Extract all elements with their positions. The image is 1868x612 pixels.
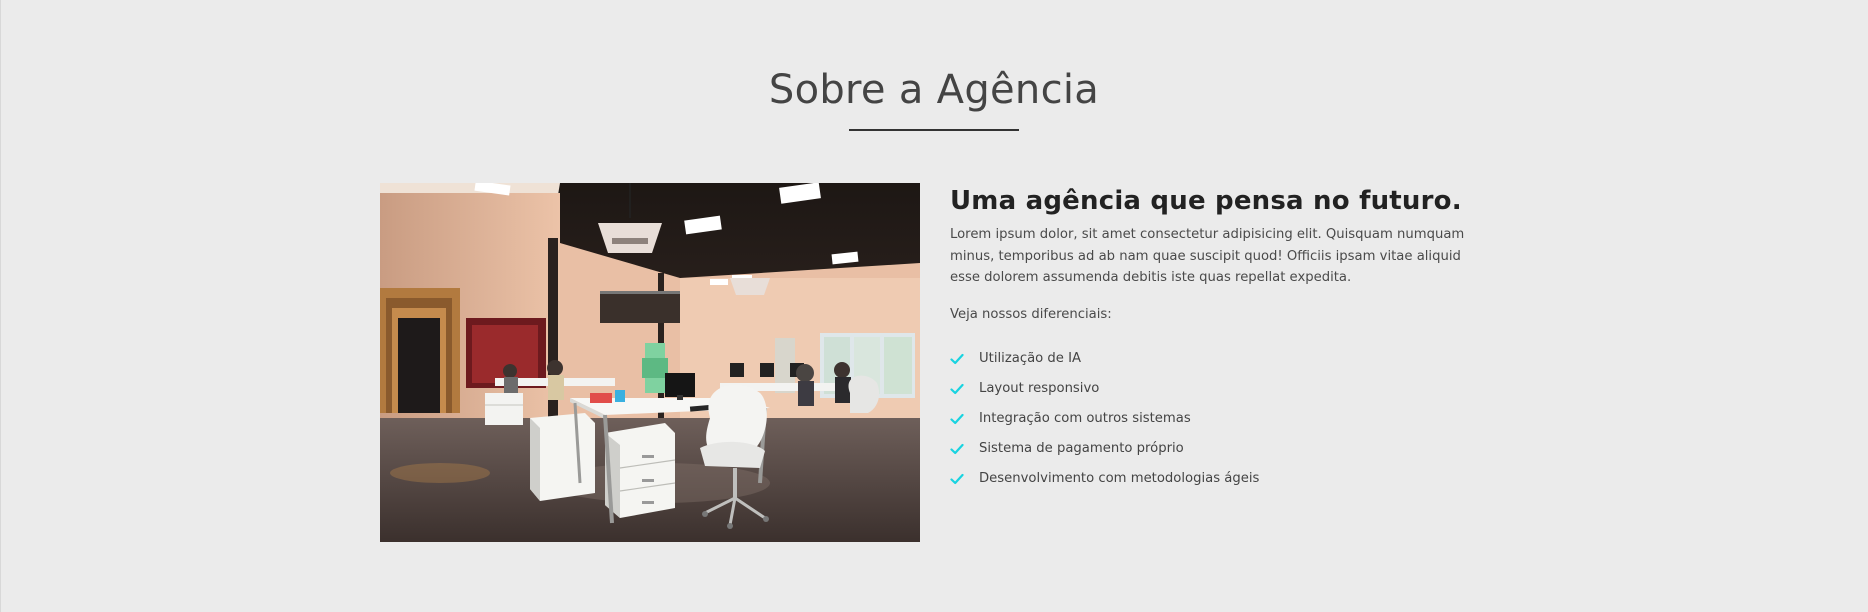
feature-label: Layout responsivo xyxy=(979,381,1100,396)
check-icon xyxy=(950,353,964,364)
check-icon xyxy=(950,443,964,454)
about-description: Lorem ipsum dolor, sit amet consectetur … xyxy=(950,227,1465,285)
features-list: Utilização de IA Layout responsivo Integ… xyxy=(950,344,1490,494)
feature-item: Sistema de pagamento próprio xyxy=(950,434,1490,464)
feature-label: Sistema de pagamento próprio xyxy=(979,441,1184,456)
feature-item: Integração com outros sistemas xyxy=(950,404,1490,434)
about-content: Uma agência que pensa no futuro. Lorem i… xyxy=(950,183,1490,494)
feature-item: Desenvolvimento com metodologias ágeis xyxy=(950,464,1490,494)
feature-label: Utilização de IA xyxy=(979,351,1081,366)
feature-label: Integração com outros sistemas xyxy=(979,411,1191,426)
check-icon xyxy=(950,383,964,394)
office-photo xyxy=(380,183,920,542)
feature-label: Desenvolvimento com metodologias ágeis xyxy=(979,471,1260,486)
feature-item: Utilização de IA xyxy=(950,344,1490,374)
check-icon xyxy=(950,473,964,484)
feature-item: Layout responsivo xyxy=(950,374,1490,404)
check-icon xyxy=(950,413,964,424)
features-intro: Veja nossos diferenciais: xyxy=(950,306,1112,322)
title-underline xyxy=(849,129,1019,131)
section-title: Sobre a Agência xyxy=(768,67,1100,113)
about-subtitle: Uma agência que pensa no futuro. xyxy=(950,186,1462,216)
